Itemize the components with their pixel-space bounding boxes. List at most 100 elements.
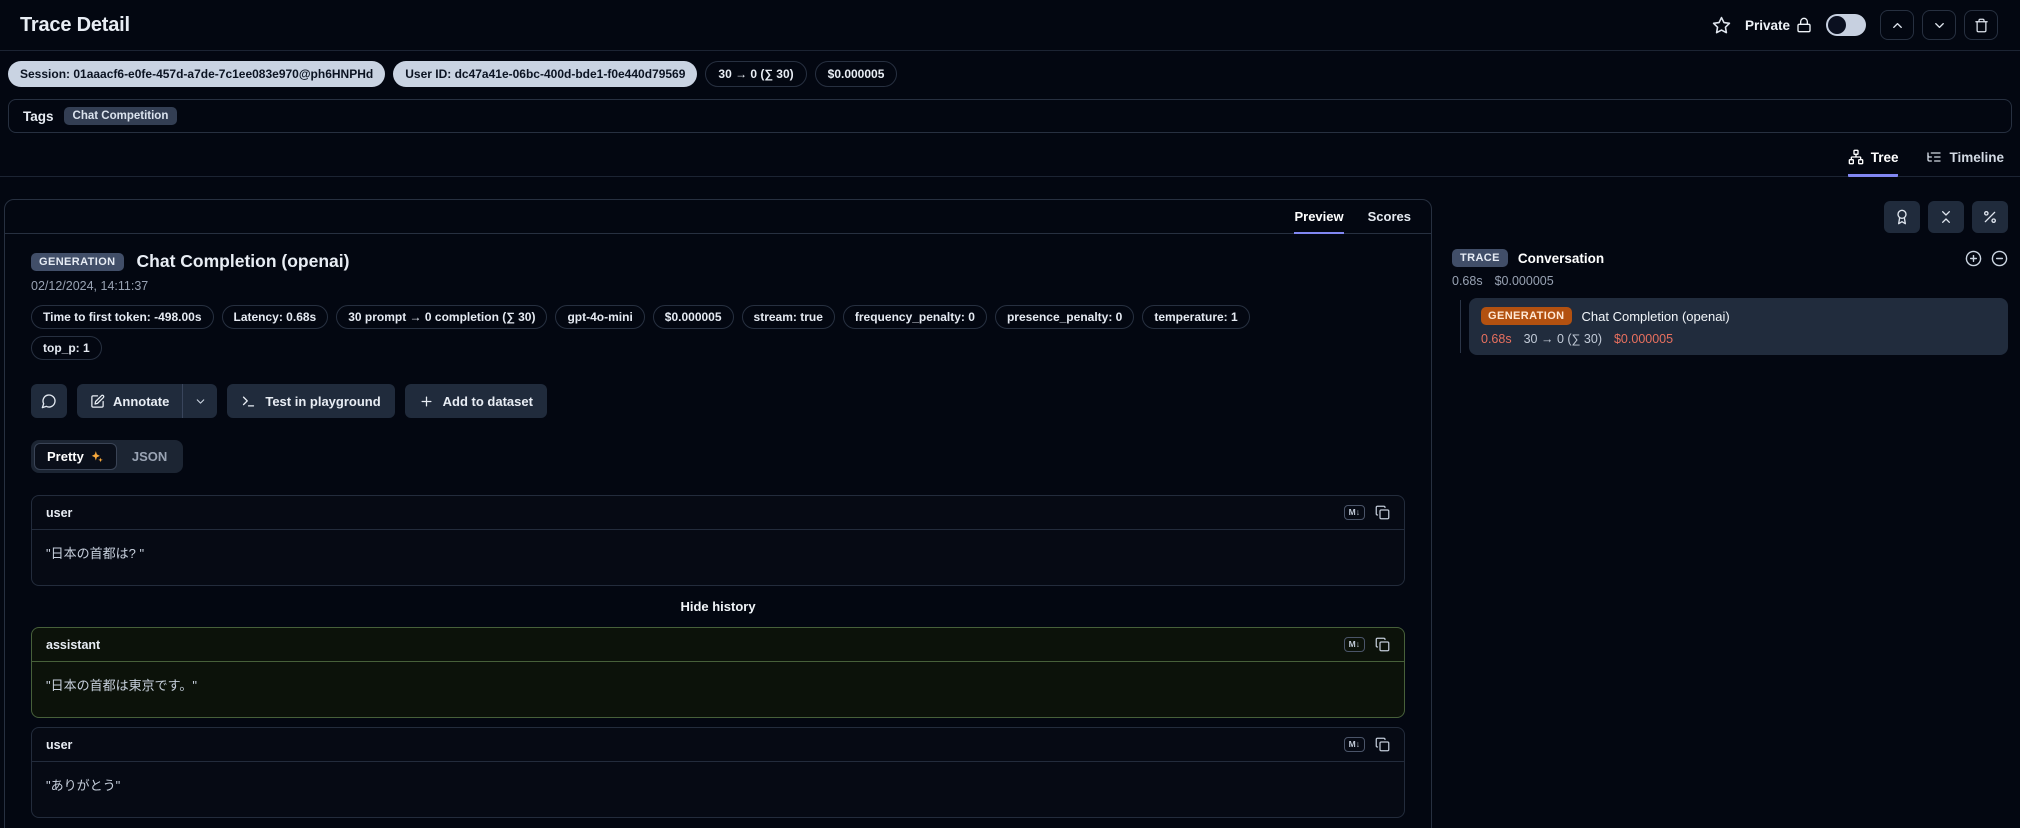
message-panel-user-2: user M↓ "ありがとう" <box>31 727 1405 818</box>
view-tabs: Tree Timeline <box>0 133 2020 177</box>
metric-cost: $0.000005 <box>652 305 734 329</box>
lock-icon <box>1796 17 1812 33</box>
message-content: "日本の首都は? " <box>46 546 145 561</box>
playground-label: Test in playground <box>265 393 381 409</box>
metric-time-to-first-token: Time to first token: -498.00s <box>31 305 214 329</box>
trace-cost: $0.000005 <box>1494 274 1554 288</box>
trace-latency: 0.68s <box>1452 274 1483 288</box>
generation-type-badge: GENERATION <box>31 252 124 271</box>
trace-nav-buttons <box>1880 10 1998 40</box>
message-panel-assistant: assistant M↓ "日本の首都は東京です。" <box>31 627 1405 718</box>
action-buttons: Annotate Test in playground Add to datas… <box>31 384 1405 418</box>
copy-icon[interactable] <box>1375 637 1390 652</box>
metric-frequency-penalty: frequency_penalty: 0 <box>842 305 987 329</box>
observation-timestamp: 02/12/2024, 14:11:37 <box>31 279 149 293</box>
metrics-toggle-button[interactable] <box>1972 201 2008 233</box>
node-header: GENERATION Chat Completion (openai) <box>1481 307 1996 325</box>
comment-bubble-icon <box>41 393 57 409</box>
delete-trace-button[interactable] <box>1964 10 1998 40</box>
generation-type-badge: GENERATION <box>1481 307 1572 325</box>
timeline-icon <box>1926 149 1942 165</box>
message-header: assistant M↓ <box>32 628 1404 662</box>
annotate-button[interactable]: Annotate <box>77 384 182 418</box>
message-content: "ありがとう" <box>46 778 121 793</box>
collapse-all-button[interactable] <box>1928 201 1964 233</box>
tree-zoom-controls <box>1965 250 2008 267</box>
pretty-label: Pretty <box>47 449 84 464</box>
page-title: Trace Detail <box>20 13 130 36</box>
annotate-split-button: Annotate <box>77 384 218 418</box>
messages-list: user M↓ "日本の首都は? " Hide history assistan… <box>31 495 1405 828</box>
chevrons-collapse-icon <box>1938 209 1954 225</box>
expand-circle-plus-icon[interactable] <box>1965 250 1982 267</box>
message-panel-user-1: user M↓ "日本の首都は? " <box>31 495 1405 586</box>
user-id-badge[interactable]: User ID: dc47a41e-06bc-400d-bde1-f0e440d… <box>393 61 698 87</box>
observation-header: GENERATION Chat Completion (openai) <box>31 251 1405 272</box>
trace-meta-badges: Session: 01aaacf6-e0fe-457d-a7de-7c1ee08… <box>8 61 2012 87</box>
message-header: user M↓ <box>32 728 1404 762</box>
tab-timeline-label: Timeline <box>1949 149 2004 165</box>
message-content: "日本の首都は東京です。" <box>46 678 197 693</box>
tab-pretty[interactable]: Pretty <box>34 443 117 470</box>
terminal-icon <box>241 394 256 409</box>
chevron-down-icon <box>194 395 207 408</box>
chevron-down-icon <box>1932 18 1947 33</box>
tab-scores[interactable]: Scores <box>1368 209 1411 234</box>
message-role: assistant <box>46 637 101 652</box>
session-badge[interactable]: Session: 01aaacf6-e0fe-457d-a7de-7c1ee08… <box>8 61 386 87</box>
trash-icon <box>1974 18 1989 33</box>
token-usage-badge: 30 → 0 (∑ 30) <box>705 61 807 87</box>
dataset-label: Add to dataset <box>442 393 533 409</box>
metric-model[interactable]: gpt-4o-mini <box>555 305 645 329</box>
trace-root-row[interactable]: TRACE Conversation <box>1452 249 2008 267</box>
scores-toggle-button[interactable] <box>1884 201 1920 233</box>
tag-chat-competition[interactable]: Chat Competition <box>63 107 178 125</box>
cost-badge: $0.000005 <box>814 61 898 87</box>
header-actions: Private <box>1712 10 1998 40</box>
page-header: Trace Detail Private <box>0 0 2020 51</box>
metric-top-p: top_p: 1 <box>31 336 102 360</box>
comment-button[interactable] <box>31 384 67 418</box>
node-latency: 0.68s <box>1481 332 1512 346</box>
annotate-pen-icon <box>90 394 105 409</box>
tags-container: Tags Chat Competition <box>8 99 2012 133</box>
tree-node-generation[interactable]: GENERATION Chat Completion (openai) 0.68… <box>1469 298 2008 355</box>
test-in-playground-button[interactable]: Test in playground <box>227 384 395 418</box>
hide-history-button[interactable]: Hide history <box>31 599 1405 614</box>
sparkles-icon <box>90 450 104 464</box>
tab-preview[interactable]: Preview <box>1294 209 1344 234</box>
observation-metric-badges: Time to first token: -498.00s Latency: 0… <box>31 305 1311 360</box>
tags-label: Tags <box>23 108 54 124</box>
tab-timeline[interactable]: Timeline <box>1926 149 2004 177</box>
add-to-dataset-button[interactable]: Add to dataset <box>404 384 547 418</box>
message-header: user M↓ <box>32 496 1404 530</box>
annotate-label: Annotate <box>113 393 170 409</box>
io-format-tabs: Pretty JSON <box>31 440 184 473</box>
content-area: Preview Scores GENERATION Chat Completio… <box>0 199 2020 828</box>
public-sharing-toggle[interactable] <box>1826 14 1866 36</box>
node-metrics: 0.68s 30 → 0 (∑ 30) $0.000005 <box>1481 332 1996 346</box>
metric-stream: stream: true <box>741 305 835 329</box>
copy-icon[interactable] <box>1375 505 1390 520</box>
copy-icon[interactable] <box>1375 737 1390 752</box>
collapse-circle-minus-icon[interactable] <box>1991 250 2008 267</box>
observation-panel: Preview Scores GENERATION Chat Completio… <box>4 199 1432 828</box>
markdown-toggle-icon[interactable]: M↓ <box>1343 637 1365 652</box>
markdown-toggle-icon[interactable]: M↓ <box>1343 737 1365 752</box>
tab-json[interactable]: JSON <box>119 443 180 470</box>
message-tools: M↓ <box>1343 505 1390 520</box>
annotate-dropdown-button[interactable] <box>183 384 217 418</box>
next-trace-button[interactable] <box>1922 10 1956 40</box>
chevron-up-icon <box>1890 18 1905 33</box>
star-icon <box>1712 16 1731 35</box>
previous-trace-button[interactable] <box>1880 10 1914 40</box>
bookmark-star-button[interactable] <box>1712 16 1731 35</box>
message-tools: M↓ <box>1343 637 1390 652</box>
plus-icon <box>419 394 434 409</box>
observation-title: Chat Completion (openai) <box>136 251 350 271</box>
tab-tree[interactable]: Tree <box>1847 149 1899 177</box>
node-title: Chat Completion (openai) <box>1581 308 1730 324</box>
markdown-toggle-icon[interactable]: M↓ <box>1343 505 1365 520</box>
metric-tokens: 30 prompt → 0 completion (∑ 30) <box>336 305 548 329</box>
trace-title: Conversation <box>1517 250 1605 266</box>
